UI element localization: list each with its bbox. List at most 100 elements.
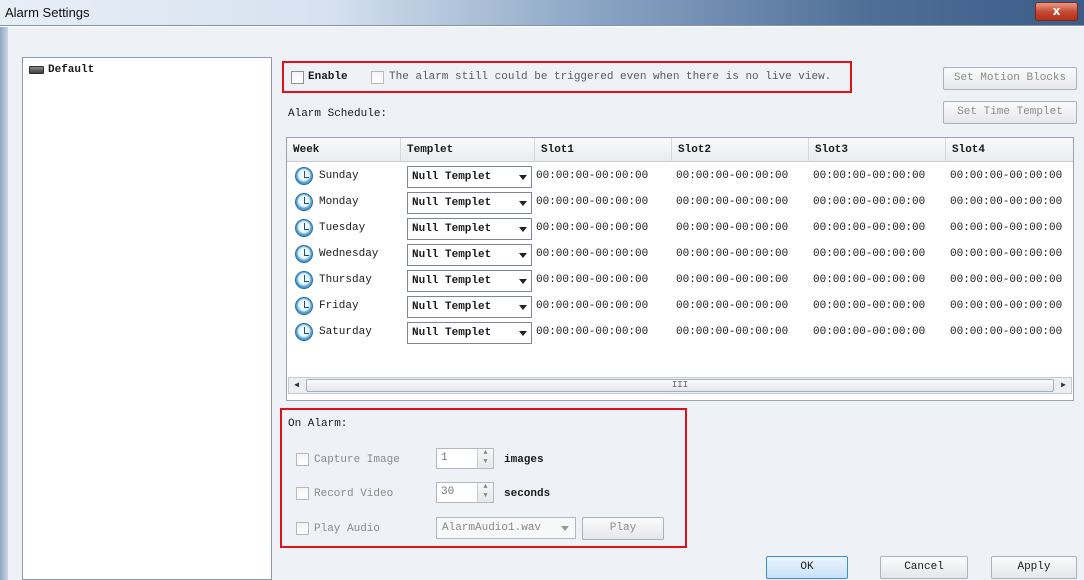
slot3-cell[interactable]: 00:00:00-00:00:00 bbox=[813, 300, 925, 312]
slot2-cell[interactable]: 00:00:00-00:00:00 bbox=[676, 222, 788, 234]
play-audio-button[interactable]: Play bbox=[582, 517, 664, 540]
slot3-cell[interactable]: 00:00:00-00:00:00 bbox=[813, 274, 925, 286]
clock-icon[interactable] bbox=[295, 271, 313, 289]
column-header-slot3[interactable]: Slot3 bbox=[809, 138, 946, 162]
chevron-down-icon bbox=[519, 279, 527, 284]
column-header-week[interactable]: Week bbox=[287, 138, 401, 162]
templet-select[interactable]: Null Templet bbox=[407, 296, 532, 318]
close-icon: x bbox=[1052, 4, 1061, 18]
stepper-arrows-icon[interactable]: ▲ ▼ bbox=[477, 449, 493, 468]
record-video-checkbox[interactable] bbox=[296, 487, 309, 500]
set-time-templet-button[interactable]: Set Time Templet bbox=[943, 101, 1077, 124]
column-header-templet[interactable]: Templet bbox=[401, 138, 535, 162]
record-video-seconds-stepper[interactable]: 30 ▲ ▼ bbox=[436, 482, 494, 503]
scroll-thumb[interactable]: III bbox=[306, 379, 1054, 392]
capture-image-label: Capture Image bbox=[314, 454, 400, 466]
slot4-cell[interactable]: 00:00:00-00:00:00 bbox=[950, 248, 1062, 260]
set-motion-blocks-button[interactable]: Set Motion Blocks bbox=[943, 67, 1077, 90]
clock-icon[interactable] bbox=[295, 193, 313, 211]
slot4-cell[interactable]: 00:00:00-00:00:00 bbox=[950, 274, 1062, 286]
cancel-button[interactable]: Cancel bbox=[880, 556, 968, 579]
slot3-cell[interactable]: 00:00:00-00:00:00 bbox=[813, 326, 925, 338]
slot3-cell[interactable]: 00:00:00-00:00:00 bbox=[813, 196, 925, 208]
play-audio-label: Play Audio bbox=[314, 523, 381, 535]
close-button[interactable]: x bbox=[1035, 2, 1078, 21]
slot3-cell[interactable]: 00:00:00-00:00:00 bbox=[813, 248, 925, 260]
slot1-cell[interactable]: 00:00:00-00:00:00 bbox=[536, 274, 648, 286]
slot2-cell[interactable]: 00:00:00-00:00:00 bbox=[676, 300, 788, 312]
slot2-cell[interactable]: 00:00:00-00:00:00 bbox=[676, 170, 788, 182]
day-label: Saturday bbox=[319, 326, 372, 338]
apply-button[interactable]: Apply bbox=[991, 556, 1077, 579]
clock-icon[interactable] bbox=[295, 167, 313, 185]
enable-label: Enable bbox=[308, 71, 348, 83]
enable-checkbox[interactable] bbox=[291, 71, 304, 84]
tree-item-label: Default bbox=[48, 64, 95, 76]
clock-icon[interactable] bbox=[295, 323, 313, 341]
chevron-down-icon bbox=[519, 331, 527, 336]
table-row: Tuesday Null Templet 00:00:00-00:00:00 0… bbox=[287, 216, 1073, 242]
scroll-left-icon[interactable]: ◀ bbox=[289, 378, 304, 393]
no-live-view-checkbox[interactable] bbox=[371, 71, 384, 84]
column-header-slot1[interactable]: Slot1 bbox=[535, 138, 672, 162]
tree-item-default[interactable]: Default bbox=[29, 64, 94, 76]
horizontal-scrollbar[interactable]: ◀ III ▶ bbox=[288, 377, 1072, 394]
record-video-label: Record Video bbox=[314, 488, 394, 500]
slot1-cell[interactable]: 00:00:00-00:00:00 bbox=[536, 248, 648, 260]
record-video-unit: seconds bbox=[504, 488, 551, 500]
slot4-cell[interactable]: 00:00:00-00:00:00 bbox=[950, 326, 1062, 338]
capture-image-count-stepper[interactable]: 1 ▲ ▼ bbox=[436, 448, 494, 469]
slot4-cell[interactable]: 00:00:00-00:00:00 bbox=[950, 196, 1062, 208]
slot4-cell[interactable]: 00:00:00-00:00:00 bbox=[950, 170, 1062, 182]
stepper-arrows-icon[interactable]: ▲ ▼ bbox=[477, 483, 493, 502]
day-label: Monday bbox=[319, 196, 359, 208]
schedule-table: Week Templet Slot1 Slot2 Slot3 Slot4 Sun… bbox=[286, 137, 1074, 401]
no-live-view-label: The alarm still could be triggered even … bbox=[389, 71, 832, 83]
day-label: Sunday bbox=[319, 170, 359, 182]
slot2-cell[interactable]: 00:00:00-00:00:00 bbox=[676, 248, 788, 260]
table-row: Wednesday Null Templet 00:00:00-00:00:00… bbox=[287, 242, 1073, 268]
chevron-down-icon bbox=[519, 253, 527, 258]
clock-icon[interactable] bbox=[295, 245, 313, 263]
capture-image-checkbox[interactable] bbox=[296, 453, 309, 466]
clock-icon[interactable] bbox=[295, 297, 313, 315]
slot2-cell[interactable]: 00:00:00-00:00:00 bbox=[676, 274, 788, 286]
slot1-cell[interactable]: 00:00:00-00:00:00 bbox=[536, 326, 648, 338]
on-alarm-label: On Alarm: bbox=[288, 418, 348, 430]
chevron-down-icon bbox=[561, 526, 569, 531]
table-row: Saturday Null Templet 00:00:00-00:00:00 … bbox=[287, 320, 1073, 346]
slot1-cell[interactable]: 00:00:00-00:00:00 bbox=[536, 300, 648, 312]
day-label: Thursday bbox=[319, 274, 372, 286]
column-header-slot4[interactable]: Slot4 bbox=[946, 138, 1073, 162]
ok-button[interactable]: OK bbox=[766, 556, 848, 579]
play-audio-checkbox[interactable] bbox=[296, 522, 309, 535]
slot3-cell[interactable]: 00:00:00-00:00:00 bbox=[813, 170, 925, 182]
scroll-right-icon[interactable]: ▶ bbox=[1056, 378, 1071, 393]
slot1-cell[interactable]: 00:00:00-00:00:00 bbox=[536, 222, 648, 234]
templet-select[interactable]: Null Templet bbox=[407, 322, 532, 344]
chevron-down-icon bbox=[519, 175, 527, 180]
clock-icon[interactable] bbox=[295, 219, 313, 237]
templet-select[interactable]: Null Templet bbox=[407, 166, 532, 188]
slot3-cell[interactable]: 00:00:00-00:00:00 bbox=[813, 222, 925, 234]
slot4-cell[interactable]: 00:00:00-00:00:00 bbox=[950, 300, 1062, 312]
table-row: Monday Null Templet 00:00:00-00:00:00 00… bbox=[287, 190, 1073, 216]
day-label: Wednesday bbox=[319, 248, 379, 260]
window-frame-edge bbox=[0, 27, 8, 580]
capture-image-unit: images bbox=[504, 454, 544, 466]
slot2-cell[interactable]: 00:00:00-00:00:00 bbox=[676, 326, 788, 338]
slot1-cell[interactable]: 00:00:00-00:00:00 bbox=[536, 170, 648, 182]
templet-select[interactable]: Null Templet bbox=[407, 270, 532, 292]
slot1-cell[interactable]: 00:00:00-00:00:00 bbox=[536, 196, 648, 208]
slot2-cell[interactable]: 00:00:00-00:00:00 bbox=[676, 196, 788, 208]
templet-select[interactable]: Null Templet bbox=[407, 192, 532, 214]
table-row: Friday Null Templet 00:00:00-00:00:00 00… bbox=[287, 294, 1073, 320]
slot4-cell[interactable]: 00:00:00-00:00:00 bbox=[950, 222, 1062, 234]
table-header: Week Templet Slot1 Slot2 Slot3 Slot4 bbox=[287, 138, 1073, 162]
on-alarm-section: On Alarm: Capture Image 1 ▲ ▼ images Reco… bbox=[280, 408, 687, 548]
audio-file-select[interactable]: AlarmAudio1.wav bbox=[436, 517, 576, 539]
dvr-device-icon bbox=[29, 66, 44, 74]
templet-select[interactable]: Null Templet bbox=[407, 244, 532, 266]
templet-select[interactable]: Null Templet bbox=[407, 218, 532, 240]
column-header-slot2[interactable]: Slot2 bbox=[672, 138, 809, 162]
